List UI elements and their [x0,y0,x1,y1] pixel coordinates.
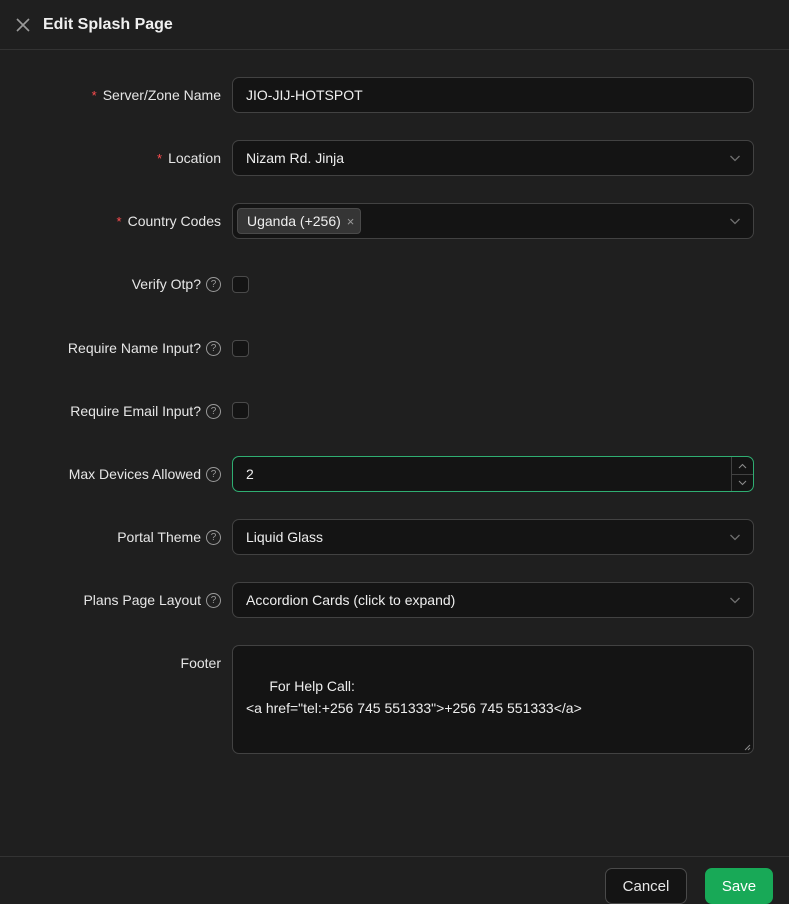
close-icon[interactable] [14,16,32,34]
required-mark: * [91,87,97,103]
portal-theme-select[interactable]: Liquid Glass [232,519,754,555]
country-code-tag-label: Uganda (+256) [247,213,341,229]
plans-layout-value: Accordion Cards (click to expand) [246,592,456,608]
require-name-label: Require Name Input? ? [68,330,221,366]
help-icon[interactable]: ? [206,276,221,292]
require-email-label-text: Require Email Input? [70,403,201,419]
location-label: * Location [157,140,221,176]
footer-textarea[interactable]: For Help Call: <a href="tel:+256 745 551… [232,645,754,754]
required-mark: * [116,213,122,229]
chevron-down-icon [730,218,740,225]
verify-otp-checkbox[interactable] [232,276,249,293]
plans-layout-select[interactable]: Accordion Cards (click to expand) [232,582,754,618]
chevron-up-icon [738,463,747,468]
max-devices-label-text: Max Devices Allowed [68,466,201,482]
country-codes-select[interactable]: Uganda (+256) × [232,203,754,239]
verify-otp-label-text: Verify Otp? [131,276,201,292]
require-name-label-text: Require Name Input? [67,340,201,356]
increment-button[interactable] [732,457,753,474]
location-label-text: Location [168,150,221,166]
require-name-checkbox[interactable] [232,340,249,357]
decrement-button[interactable] [732,474,753,491]
portal-theme-value: Liquid Glass [246,529,324,545]
help-icon[interactable]: ? [206,466,221,482]
server-zone-name-input[interactable]: JIO-JIJ-HOTSPOT [232,77,754,113]
location-select[interactable]: Nizam Rd. Jinja [232,140,754,176]
chevron-down-icon [738,480,747,486]
tag-remove-icon[interactable]: × [347,214,355,229]
modal-header: Edit Splash Page [0,0,789,50]
location-value: Nizam Rd. Jinja [246,150,345,166]
max-devices-value: 2 [246,466,254,482]
server-zone-name-label: * Server/Zone Name [92,77,221,113]
help-icon[interactable]: ? [206,403,221,419]
required-mark: * [157,150,163,166]
max-devices-label: Max Devices Allowed ? [69,456,221,492]
modal-footer: Cancel Save [0,856,789,904]
cancel-button[interactable]: Cancel [605,868,687,904]
modal-title: Edit Splash Page [43,15,173,33]
plans-layout-label-text: Plans Page Layout [83,592,201,608]
help-icon[interactable]: ? [206,340,221,356]
portal-theme-label: Portal Theme ? [117,519,221,555]
footer-label-text: Footer [180,655,221,671]
country-codes-label: * Country Codes [117,203,221,239]
footer-label: Footer [181,645,221,681]
portal-theme-label-text: Portal Theme [117,529,201,545]
server-zone-name-value: JIO-JIJ-HOTSPOT [246,87,363,103]
max-devices-input[interactable]: 2 [232,456,754,492]
country-codes-label-text: Country Codes [127,213,221,229]
require-email-checkbox[interactable] [232,402,249,419]
chevron-down-icon [730,155,740,162]
chevron-down-icon [730,597,740,604]
require-email-label: Require Email Input? ? [70,393,221,429]
verify-otp-label: Verify Otp? ? [132,266,221,302]
server-zone-name-label-text: Server/Zone Name [102,87,221,103]
country-code-tag: Uganda (+256) × [237,208,362,234]
help-icon[interactable]: ? [206,592,221,608]
edit-splash-page-modal: Edit Splash Page * Server/Zone Name JIO-… [0,0,789,904]
save-button[interactable]: Save [705,868,773,904]
resize-handle-icon[interactable] [743,743,751,751]
footer-value: For Help Call: <a href="tel:+256 745 551… [246,678,582,716]
plans-layout-label: Plans Page Layout ? [83,582,221,618]
number-stepper [731,457,753,491]
help-icon[interactable]: ? [206,529,221,545]
chevron-down-icon [730,534,740,541]
